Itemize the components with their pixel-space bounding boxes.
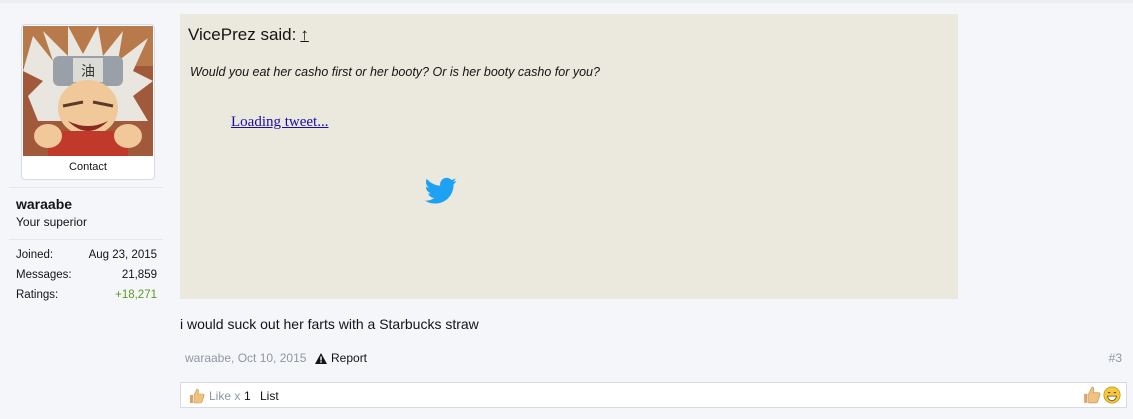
sidebar-divider bbox=[9, 239, 163, 240]
rating-icons bbox=[1083, 386, 1121, 404]
report-button[interactable]: Report bbox=[315, 351, 367, 365]
post-author-date[interactable]: waraabe, Oct 10, 2015 bbox=[185, 351, 306, 365]
rate-like-icon[interactable] bbox=[1083, 386, 1101, 404]
stat-value[interactable]: +18,271 bbox=[115, 289, 157, 301]
username[interactable]: waraabe bbox=[16, 196, 72, 212]
stat-value: Aug 23, 2015 bbox=[88, 249, 157, 261]
like-count: 1 bbox=[244, 389, 251, 403]
stat-ratings: Ratings: +18,271 bbox=[16, 289, 157, 305]
quote-author: VicePrez said: bbox=[188, 25, 297, 44]
stat-label: Joined: bbox=[16, 249, 54, 261]
quote-text: Would you eat her casho first or her boo… bbox=[190, 65, 600, 79]
warning-icon bbox=[315, 353, 327, 364]
contact-button[interactable]: Contact bbox=[23, 157, 153, 177]
quote-jump-arrow[interactable]: ↑ bbox=[300, 25, 309, 44]
like-label[interactable]: Like x bbox=[209, 389, 240, 403]
avatar-frame: 油 Contact bbox=[21, 24, 155, 180]
user-title: Your superior bbox=[16, 215, 87, 229]
likes-bar: Like x 1 List bbox=[180, 382, 1127, 408]
svg-text:油: 油 bbox=[81, 64, 95, 80]
top-divider bbox=[0, 0, 1133, 3]
like-list-link[interactable]: List bbox=[260, 389, 279, 403]
stat-messages: Messages: 21,859 bbox=[16, 269, 157, 285]
stat-joined: Joined: Aug 23, 2015 bbox=[16, 249, 157, 265]
quote-block: VicePrez said: ↑ Would you eat her casho … bbox=[180, 14, 958, 299]
stat-value[interactable]: 21,859 bbox=[122, 269, 157, 281]
stat-label: Ratings: bbox=[16, 289, 59, 301]
report-label: Report bbox=[331, 351, 368, 365]
thumbs-up-icon[interactable] bbox=[189, 388, 205, 404]
quote-header: VicePrez said: ↑ bbox=[188, 25, 309, 45]
message-body: i would suck out her farts with a Starbu… bbox=[180, 316, 479, 332]
twitter-bird-icon bbox=[425, 177, 457, 204]
sidebar-divider bbox=[9, 187, 163, 188]
avatar[interactable]: 油 bbox=[23, 26, 153, 156]
loading-tweet-link[interactable]: Loading tweet... bbox=[231, 114, 328, 131]
stat-label: Messages: bbox=[16, 269, 72, 281]
post-number-link[interactable]: #3 bbox=[1109, 351, 1122, 365]
rate-funny-icon[interactable] bbox=[1103, 386, 1121, 404]
